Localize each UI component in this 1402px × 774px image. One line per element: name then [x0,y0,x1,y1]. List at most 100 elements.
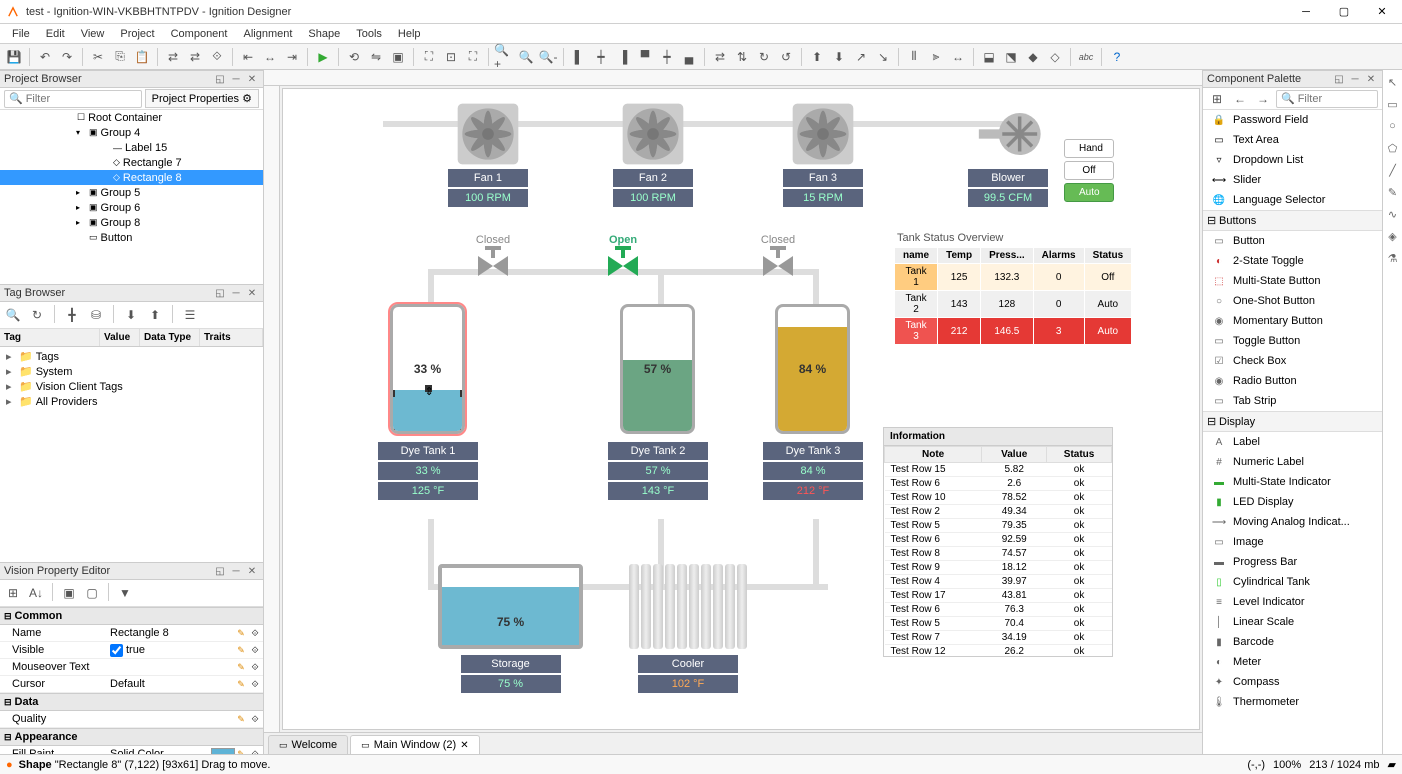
project-filter-input[interactable]: 🔍 [4,90,142,108]
tag-refresh-icon[interactable]: ↻ [27,305,47,325]
palette-item[interactable]: #Numeric Label [1203,452,1382,472]
snap-right-icon[interactable]: ⇥ [282,47,302,67]
prop-row[interactable]: NameRectangle 8✎⟐ [0,625,263,642]
prop-expand-icon[interactable]: ▣ [59,583,79,603]
palette-item[interactable]: ☑Check Box [1203,351,1382,371]
snap-center-icon[interactable]: ↔ [260,47,280,67]
tag-root[interactable]: ▸📁Tags [2,349,261,364]
prop-row[interactable]: Visible true✎⟐ [0,642,263,659]
tag-root[interactable]: ▸📁Vision Client Tags [2,379,261,394]
prop-categorize-icon[interactable]: ⊞ [3,583,23,603]
panel-close-icon[interactable]: ✕ [245,286,259,300]
prop-section[interactable]: ⊟Appearance [0,728,263,746]
tree-row[interactable]: ▸▣Group 6 [0,200,263,215]
text-tool-icon[interactable]: abc [1076,47,1096,67]
storage-tank-component[interactable]: 75 % Storage 75 % [438,564,583,695]
tag-root[interactable]: ▸📁All Providers [2,394,261,409]
cursor-tool-icon[interactable]: ↖ [1385,74,1401,90]
snap-left-icon[interactable]: ⇤ [238,47,258,67]
tree-row[interactable]: ◇Rectangle 8 [0,170,263,185]
auto-button[interactable]: Auto [1064,183,1114,202]
backward-icon[interactable]: ↘ [873,47,893,67]
off-button[interactable]: Off [1064,161,1114,180]
rotate-ccw-icon[interactable]: ↺ [776,47,796,67]
tag-import-icon[interactable]: ⬇ [121,305,141,325]
zoom-reset-button[interactable]: 🔍 [516,47,536,67]
palette-item[interactable]: 🌡Thermometer [1203,692,1382,712]
palette-item[interactable]: ▬Multi-State Indicator [1203,472,1382,492]
prop-row[interactable]: Fill PaintSolid Color ✎⟐ [0,746,263,754]
prop-filter-icon[interactable]: ▼ [115,583,135,603]
expand-icon[interactable]: ⛶ [419,47,439,67]
prop-row[interactable]: Quality✎⟐ [0,711,263,728]
tank-component[interactable]: 57 % Dye Tank 2 57 % 143 °F [620,304,695,500]
panel-dock-icon[interactable]: ◱ [213,564,227,578]
palette-item[interactable]: ▮LED Display [1203,492,1382,512]
fan-component[interactable]: Fan 2100 RPM [613,99,693,207]
window-tab[interactable]: ▭Welcome [268,735,348,754]
tag-tree[interactable]: ▸📁Tags▸📁System▸📁Vision Client Tags▸📁All … [0,347,263,562]
palette-item[interactable]: 🌐Language Selector [1203,190,1382,210]
menu-shape[interactable]: Shape [300,26,348,42]
path-tool-icon[interactable]: ∿ [1385,206,1401,222]
align-left-icon[interactable]: ▌ [569,47,589,67]
play-button[interactable]: ▶ [313,47,333,67]
prop-section[interactable]: ⊟Data [0,693,263,711]
pencil-tool-icon[interactable]: ✎ [1385,184,1401,200]
mirror-icon[interactable]: ⇋ [366,47,386,67]
db-read-icon[interactable]: ⇄ [185,47,205,67]
redo-button[interactable]: ↷ [57,47,77,67]
tag-export-icon[interactable]: ⬆ [145,305,165,325]
db-readwrite-icon[interactable]: ⟐ [207,47,227,67]
prop-section[interactable]: ⊟Common [0,607,263,625]
tag-search-icon[interactable]: 🔍 [3,305,23,325]
circle-tool-icon[interactable]: ○ [1385,118,1401,134]
copy-button[interactable]: ⎘ [110,47,130,67]
minimize-button[interactable]: ─ [1292,3,1320,21]
palette-item[interactable]: ◉Momentary Button [1203,311,1382,331]
zoom-in-button[interactable]: 🔍+ [494,47,514,67]
save-button[interactable]: 💾 [4,47,24,67]
panel-minimize-icon[interactable]: ─ [229,564,243,578]
palette-item[interactable]: ✦Compass [1203,672,1382,692]
panel-minimize-icon[interactable]: ─ [1348,72,1362,86]
tab-close-icon[interactable]: ✕ [460,740,468,751]
flip-v-icon[interactable]: ⇅ [732,47,752,67]
property-grid[interactable]: ⊟CommonNameRectangle 8✎⟐Visible true✎⟐Mo… [0,607,263,754]
tree-row[interactable]: ▾▣Group 4 [0,125,263,140]
menu-tools[interactable]: Tools [348,26,390,42]
valve-component[interactable]: Closed [468,234,518,276]
palette-list[interactable]: 🔒Password Field▭Text Area▿Dropdown List⟷… [1203,110,1382,754]
panel-dock-icon[interactable]: ◱ [213,286,227,300]
prop-row[interactable]: Mouseover Text✎⟐ [0,659,263,676]
intersect-icon[interactable]: ◆ [1023,47,1043,67]
palette-item[interactable]: ▭Tab Strip [1203,391,1382,411]
palette-item[interactable]: ◐Meter [1203,652,1382,672]
designer-canvas[interactable]: Hand Off Auto Tank Status Overview nameT… [282,88,1200,730]
subtract-icon[interactable]: ⬔ [1001,47,1021,67]
back-icon[interactable]: ⬇ [829,47,849,67]
palette-item[interactable]: ▭Image [1203,532,1382,552]
panel-close-icon[interactable]: ✕ [245,564,259,578]
zoom-out-button[interactable]: 🔍- [538,47,558,67]
tag-db-icon[interactable]: ⛁ [86,305,106,325]
rect-tool-icon[interactable]: ▭ [1385,96,1401,112]
palette-item[interactable]: ▭Text Area [1203,130,1382,150]
db-connect-icon[interactable]: ⇄ [163,47,183,67]
tank-component[interactable]: 84 % Dye Tank 3 84 % 212 °F [775,304,850,500]
polygon-tool-icon[interactable]: ⬠ [1385,140,1401,156]
flip-h-icon[interactable]: ⇄ [710,47,730,67]
rotate-icon[interactable]: ⟲ [344,47,364,67]
palette-item[interactable]: ⟶Moving Analog Indicat... [1203,512,1382,532]
tree-row[interactable]: ▸▣Group 8 [0,215,263,230]
align-bottom-icon[interactable]: ▄ [679,47,699,67]
align-top-icon[interactable]: ▀ [635,47,655,67]
front-icon[interactable]: ⬆ [807,47,827,67]
palette-item[interactable]: ▭Toggle Button [1203,331,1382,351]
palette-section[interactable]: ⊟Buttons [1203,210,1382,231]
fullscreen-icon[interactable]: ⛶ [463,47,483,67]
window-tab[interactable]: ▭Main Window (2)✕ [350,735,479,754]
menu-component[interactable]: Component [163,26,236,42]
hand-button[interactable]: Hand [1064,139,1114,158]
prop-collapse-icon[interactable]: ▢ [82,583,102,603]
